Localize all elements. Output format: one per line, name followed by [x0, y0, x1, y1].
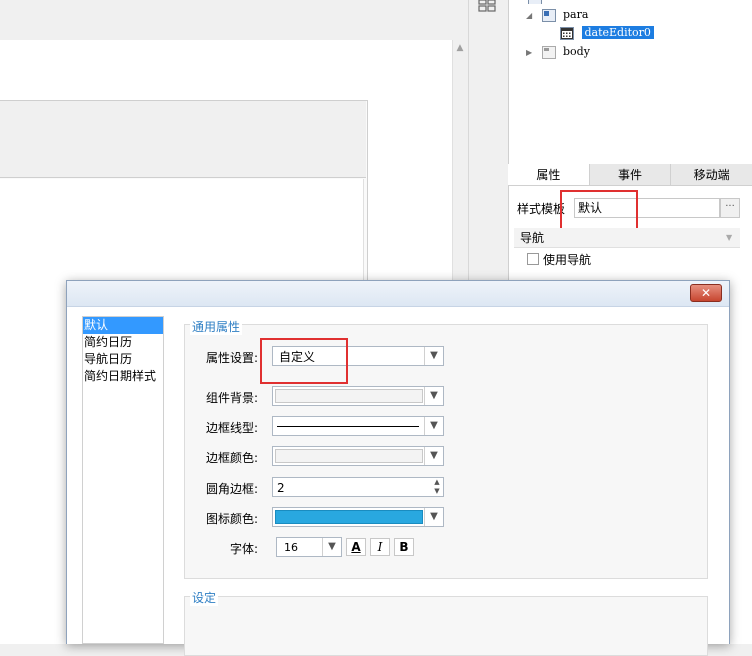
attr-setting-label: 属性设置: — [205, 351, 258, 365]
use-navigation-checkbox[interactable] — [527, 253, 539, 265]
chevron-down-icon[interactable]: ▼ — [424, 387, 443, 405]
scroll-up-arrow-icon[interactable]: ▲ — [452, 40, 468, 57]
border-color-label: 边框颜色: — [205, 451, 258, 465]
navigation-section-header[interactable]: 导航 — [514, 228, 740, 248]
tree-node-body[interactable]: ▶ body — [526, 43, 590, 61]
property-tabs: 属性 事件 移动端 — [508, 164, 752, 186]
style-template-label: 样式模板 — [517, 202, 566, 216]
highlight-box-attr-setting — [260, 338, 348, 384]
settings-group — [184, 596, 708, 656]
tab-mobile[interactable]: 移动端 — [671, 164, 752, 185]
tree-expand-icon[interactable]: ▶ — [526, 44, 538, 62]
icon-color-label: 图标颜色: — [205, 512, 258, 526]
chevron-down-icon[interactable]: ▼ — [726, 233, 732, 242]
icon-color-select[interactable]: ▼ — [272, 507, 444, 527]
solid-line-preview — [277, 426, 419, 427]
dialog-titlebar[interactable] — [67, 281, 729, 307]
layout-grid-icon[interactable] — [478, 0, 496, 12]
general-properties-title: 通用属性 — [190, 318, 243, 335]
form-header-region[interactable] — [0, 101, 366, 178]
chevron-down-icon[interactable]: ▼ — [424, 447, 443, 465]
chevron-down-icon[interactable]: ▼ — [322, 538, 341, 556]
spinner-down-icon[interactable]: ▼ — [431, 487, 443, 496]
icon-color-swatch — [275, 510, 423, 524]
list-item-default[interactable]: 默认 — [83, 317, 163, 334]
form-node-icon — [528, 0, 542, 4]
border-color-select[interactable]: ▼ — [272, 446, 444, 466]
font-size-select[interactable]: 16 ▼ — [276, 537, 342, 557]
dialog-close-button[interactable]: ✕ — [690, 284, 722, 302]
list-item-simple-calendar[interactable]: 简约日历 — [83, 334, 163, 351]
tree-node-date-editor[interactable]: dateEditor0 — [560, 24, 654, 42]
bg-color-swatch — [275, 389, 423, 403]
tree-node-label-selected: dateEditor0 — [581, 26, 654, 39]
panel-node-icon — [541, 8, 556, 22]
border-style-label: 边框线型: — [205, 421, 258, 435]
body-node-icon — [541, 45, 556, 59]
border-style-select[interactable]: ▼ — [272, 416, 444, 436]
tab-properties[interactable]: 属性 — [508, 164, 590, 185]
tree-root-node[interactable] — [528, 0, 568, 4]
style-preset-list: 默认 简约日历 导航日历 简约日期样式 — [82, 316, 164, 644]
calendar-icon — [560, 26, 574, 40]
component-bg-label: 组件背景: — [205, 391, 258, 405]
font-size-value: 16 — [284, 541, 298, 554]
tree-node-para[interactable]: ◢ para — [526, 6, 588, 24]
use-navigation-label: 使用导航 — [543, 253, 592, 267]
spinner-up-icon[interactable]: ▲ — [431, 478, 443, 487]
style-template-more-button[interactable]: ··· — [720, 198, 740, 218]
chevron-down-icon[interactable]: ▼ — [424, 347, 443, 365]
list-item-nav-calendar[interactable]: 导航日历 — [83, 351, 163, 368]
settings-title: 设定 — [190, 589, 219, 606]
font-label: 字体: — [230, 542, 259, 556]
tree-collapse-icon[interactable]: ◢ — [526, 7, 538, 25]
chevron-down-icon[interactable]: ▼ — [424, 508, 443, 526]
corner-radius-value: 2 — [277, 481, 285, 495]
font-color-button[interactable]: A — [346, 538, 366, 556]
bold-button[interactable]: B — [394, 538, 414, 556]
list-item-simple-date-style[interactable]: 简约日期样式 — [83, 368, 163, 385]
tree-node-label: para — [563, 8, 589, 21]
border-color-swatch — [275, 449, 423, 463]
component-bg-select[interactable]: ▼ — [272, 386, 444, 406]
corner-radius-spinner[interactable]: 2 ▲ ▼ — [272, 477, 444, 497]
tree-node-label: body — [563, 45, 590, 58]
tab-events[interactable]: 事件 — [590, 164, 672, 185]
chevron-down-icon[interactable]: ▼ — [424, 417, 443, 435]
corner-radius-label: 圆角边框: — [205, 482, 258, 496]
italic-button[interactable]: I — [370, 538, 390, 556]
